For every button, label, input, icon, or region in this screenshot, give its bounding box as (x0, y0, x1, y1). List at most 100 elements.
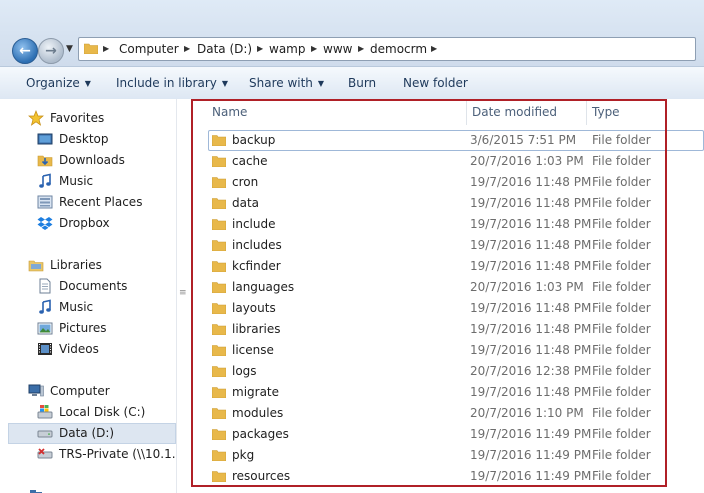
file-row[interactable]: data 19/7/2016 11:48 PM File folder (208, 193, 704, 214)
file-row[interactable]: migrate 19/7/2016 11:48 PM File folder (208, 382, 704, 403)
nav-library-music-label: Music (59, 300, 94, 314)
windows-drive-icon (37, 405, 53, 419)
breadcrumb-democrm[interactable]: democrm (370, 38, 427, 60)
breadcrumb-separator-icon[interactable]: ▶ (358, 38, 364, 60)
network-icon (30, 490, 42, 493)
star-icon (28, 110, 44, 126)
dropbox-icon (37, 217, 53, 230)
file-date-modified: 19/7/2016 11:49 PM (470, 469, 592, 483)
nav-favorites-label: Favorites (50, 111, 105, 125)
nav-trs-private-label: TRS-Private (\\10.1.9.8 (59, 447, 195, 461)
folder-icon (212, 282, 226, 293)
file-type: File folder (592, 322, 651, 336)
file-name: backup (232, 133, 276, 147)
organize-button[interactable]: Organize ▼ (26, 67, 91, 99)
file-name: modules (232, 406, 284, 420)
breadcrumb-data-drive[interactable]: Data (D:) (197, 38, 252, 60)
file-type: File folder (592, 364, 651, 378)
disconnected-network-drive-icon (37, 448, 53, 459)
folder-icon (212, 387, 226, 398)
file-row[interactable]: license 19/7/2016 11:48 PM File folder (208, 340, 704, 361)
file-row[interactable]: pkg 19/7/2016 11:49 PM File folder (208, 445, 704, 466)
file-row[interactable]: layouts 19/7/2016 11:48 PM File folder (208, 298, 704, 319)
file-date-modified: 20/7/2016 1:03 PM (470, 280, 584, 294)
splitter-grip-icon[interactable]: ≡ (179, 288, 186, 298)
recent-pages-dropdown[interactable]: ▼ (66, 44, 73, 54)
breadcrumb-separator-icon[interactable]: ▶ (184, 38, 190, 60)
breadcrumb-www[interactable]: www (323, 38, 352, 60)
forward-arrow-icon: → (45, 43, 57, 59)
breadcrumb-computer[interactable]: Computer (119, 38, 179, 60)
file-type: File folder (592, 343, 651, 357)
file-row[interactable]: include 19/7/2016 11:48 PM File folder (208, 214, 704, 235)
nav-documents-label: Documents (59, 279, 128, 293)
file-row[interactable]: kcfinder 19/7/2016 11:48 PM File folder (208, 256, 704, 277)
breadcrumb-separator-icon[interactable]: ▶ (431, 38, 437, 60)
file-type: File folder (592, 196, 651, 210)
address-bar[interactable]: ▶ Computer ▶ Data (D:) ▶ wamp ▶ www ▶ de… (78, 37, 696, 61)
file-row[interactable]: modules 20/7/2016 1:10 PM File folder (208, 403, 704, 424)
downloads-folder-icon (37, 155, 53, 167)
file-date-modified: 19/7/2016 11:48 PM (470, 385, 592, 399)
file-type: File folder (592, 427, 651, 441)
file-row[interactable]: cache 20/7/2016 1:03 PM File folder (208, 151, 704, 172)
new-folder-button[interactable]: New folder (403, 67, 468, 99)
burn-button[interactable]: Burn (348, 67, 376, 99)
nav-libraries-label: Libraries (50, 258, 102, 272)
file-name: packages (232, 427, 289, 441)
file-name: kcfinder (232, 259, 281, 273)
breadcrumb-separator-icon[interactable]: ▶ (311, 38, 317, 60)
file-name: libraries (232, 322, 281, 336)
nav-music-label: Music (59, 174, 94, 188)
breadcrumb-separator-icon[interactable]: ▶ (257, 38, 263, 60)
breadcrumb-separator-icon[interactable]: ▶ (103, 38, 109, 60)
file-type: File folder (592, 259, 651, 273)
nav-data-drive-d-label: Data (D:) (59, 426, 115, 440)
file-type: File folder (592, 133, 651, 147)
command-bar: Organize ▼ Include in library ▼ Share with… (0, 66, 704, 100)
file-type: File folder (592, 301, 651, 315)
file-row[interactable]: includes 19/7/2016 11:48 PM File folder (208, 235, 704, 256)
breadcrumb-wamp[interactable]: wamp (269, 38, 305, 60)
file-name: includes (232, 238, 282, 252)
nav-recent-places-label: Recent Places (59, 195, 143, 209)
forward-button[interactable]: → (38, 38, 64, 64)
file-row[interactable]: resources 19/7/2016 11:49 PM File folder (208, 466, 704, 487)
file-date-modified: 19/7/2016 11:48 PM (470, 259, 592, 273)
file-row[interactable]: languages 20/7/2016 1:03 PM File folder (208, 277, 704, 298)
explorer-window: ← → ▼ ▶ Computer ▶ Data (D:) ▶ wamp ▶ ww… (0, 0, 704, 493)
nav-pictures-label: Pictures (59, 321, 107, 335)
nav-desktop-label: Desktop (59, 132, 109, 146)
file-row[interactable]: libraries 19/7/2016 11:48 PM File folder (208, 319, 704, 340)
music-note-icon (39, 173, 51, 188)
file-row[interactable]: backup 3/6/2015 7:51 PM File folder (208, 130, 704, 151)
folder-icon (212, 198, 226, 209)
column-header-name[interactable]: Name (212, 99, 247, 125)
folder-icon (212, 303, 226, 314)
column-divider[interactable] (586, 99, 587, 125)
back-button[interactable]: ← (12, 38, 38, 64)
file-row[interactable]: logs 20/7/2016 12:38 PM File folder (208, 361, 704, 382)
column-header-date-modified[interactable]: Date modified (472, 99, 557, 125)
file-type: File folder (592, 217, 651, 231)
share-with-button[interactable]: Share with ▼ (249, 67, 324, 99)
folder-icon (212, 177, 226, 188)
folder-icon (212, 429, 226, 440)
file-date-modified: 20/7/2016 1:03 PM (470, 154, 584, 168)
column-divider[interactable] (466, 99, 467, 125)
folder-icon (212, 408, 226, 419)
nav-computer-label: Computer (50, 384, 110, 398)
column-header-type[interactable]: Type (592, 99, 620, 125)
file-date-modified: 20/7/2016 12:38 PM (470, 364, 592, 378)
file-row[interactable]: cron 19/7/2016 11:48 PM File folder (208, 172, 704, 193)
chevron-down-icon: ▼ (221, 79, 229, 88)
include-in-library-button[interactable]: Include in library ▼ (116, 67, 228, 99)
file-name: license (232, 343, 274, 357)
file-name: include (232, 217, 276, 231)
file-name: migrate (232, 385, 280, 399)
file-row[interactable]: packages 19/7/2016 11:49 PM File folder (208, 424, 704, 445)
libraries-icon (28, 260, 44, 272)
file-date-modified: 3/6/2015 7:51 PM (470, 133, 577, 147)
folder-icon (212, 324, 226, 335)
file-list: Name Date modified Type backup 3/6/2015 7… (190, 99, 704, 493)
